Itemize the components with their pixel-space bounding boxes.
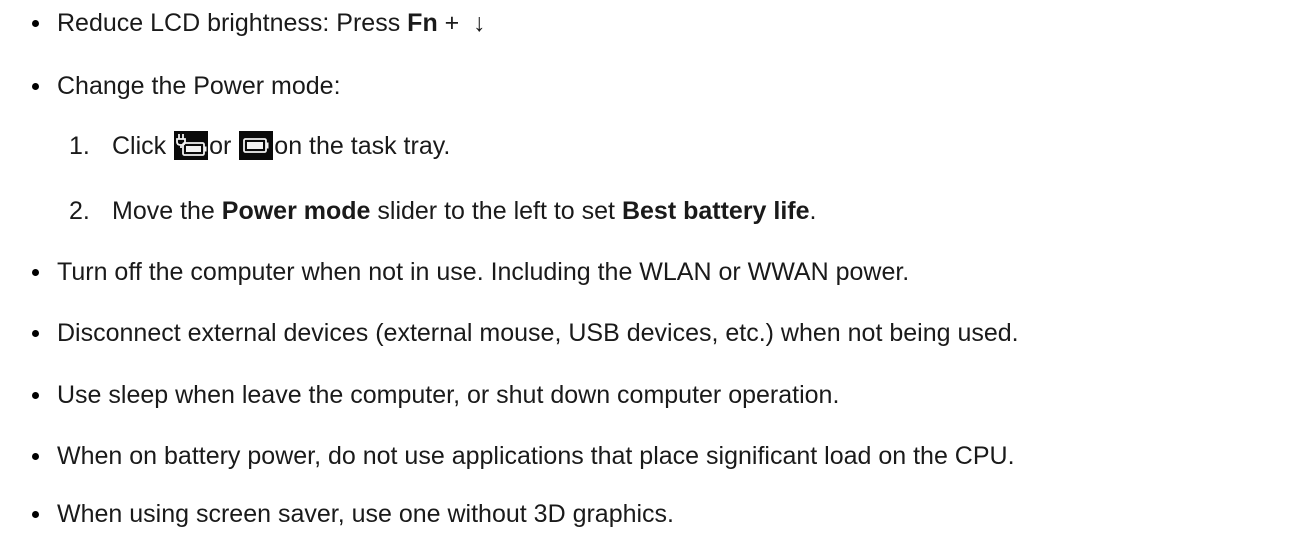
step-text: Click or on the task tray. (112, 131, 451, 160)
step-number: 2. (69, 197, 90, 225)
bullet-dot (32, 392, 39, 399)
battery-charging-icon (174, 131, 209, 160)
list-item-text: When using screen saver, use one without… (57, 500, 675, 528)
down-arrow-icon: ↓ (473, 9, 486, 37)
list-item-text: Disconnect external devices (external mo… (57, 319, 1019, 347)
bullet-dot (32, 269, 39, 276)
list-item-text: Reduce LCD brightness: Press Fn + ↓ (57, 9, 486, 37)
bullet-dot (32, 511, 39, 518)
bullet-dot (32, 20, 39, 27)
list-item-text: Use sleep when leave the computer, or sh… (57, 381, 840, 409)
list-item-text: Change the Power mode: (57, 72, 341, 100)
bullet-dot (32, 330, 39, 337)
battery-icon (239, 131, 274, 160)
bullet-dot (32, 83, 39, 90)
step-text: Move the Power mode slider to the left t… (112, 197, 817, 225)
list-item-text: Turn off the computer when not in use. I… (57, 258, 910, 286)
step-number: 1. (69, 132, 90, 160)
list-item-text: When on battery power, do not use applic… (57, 442, 1015, 470)
bullet-dot (32, 453, 39, 460)
